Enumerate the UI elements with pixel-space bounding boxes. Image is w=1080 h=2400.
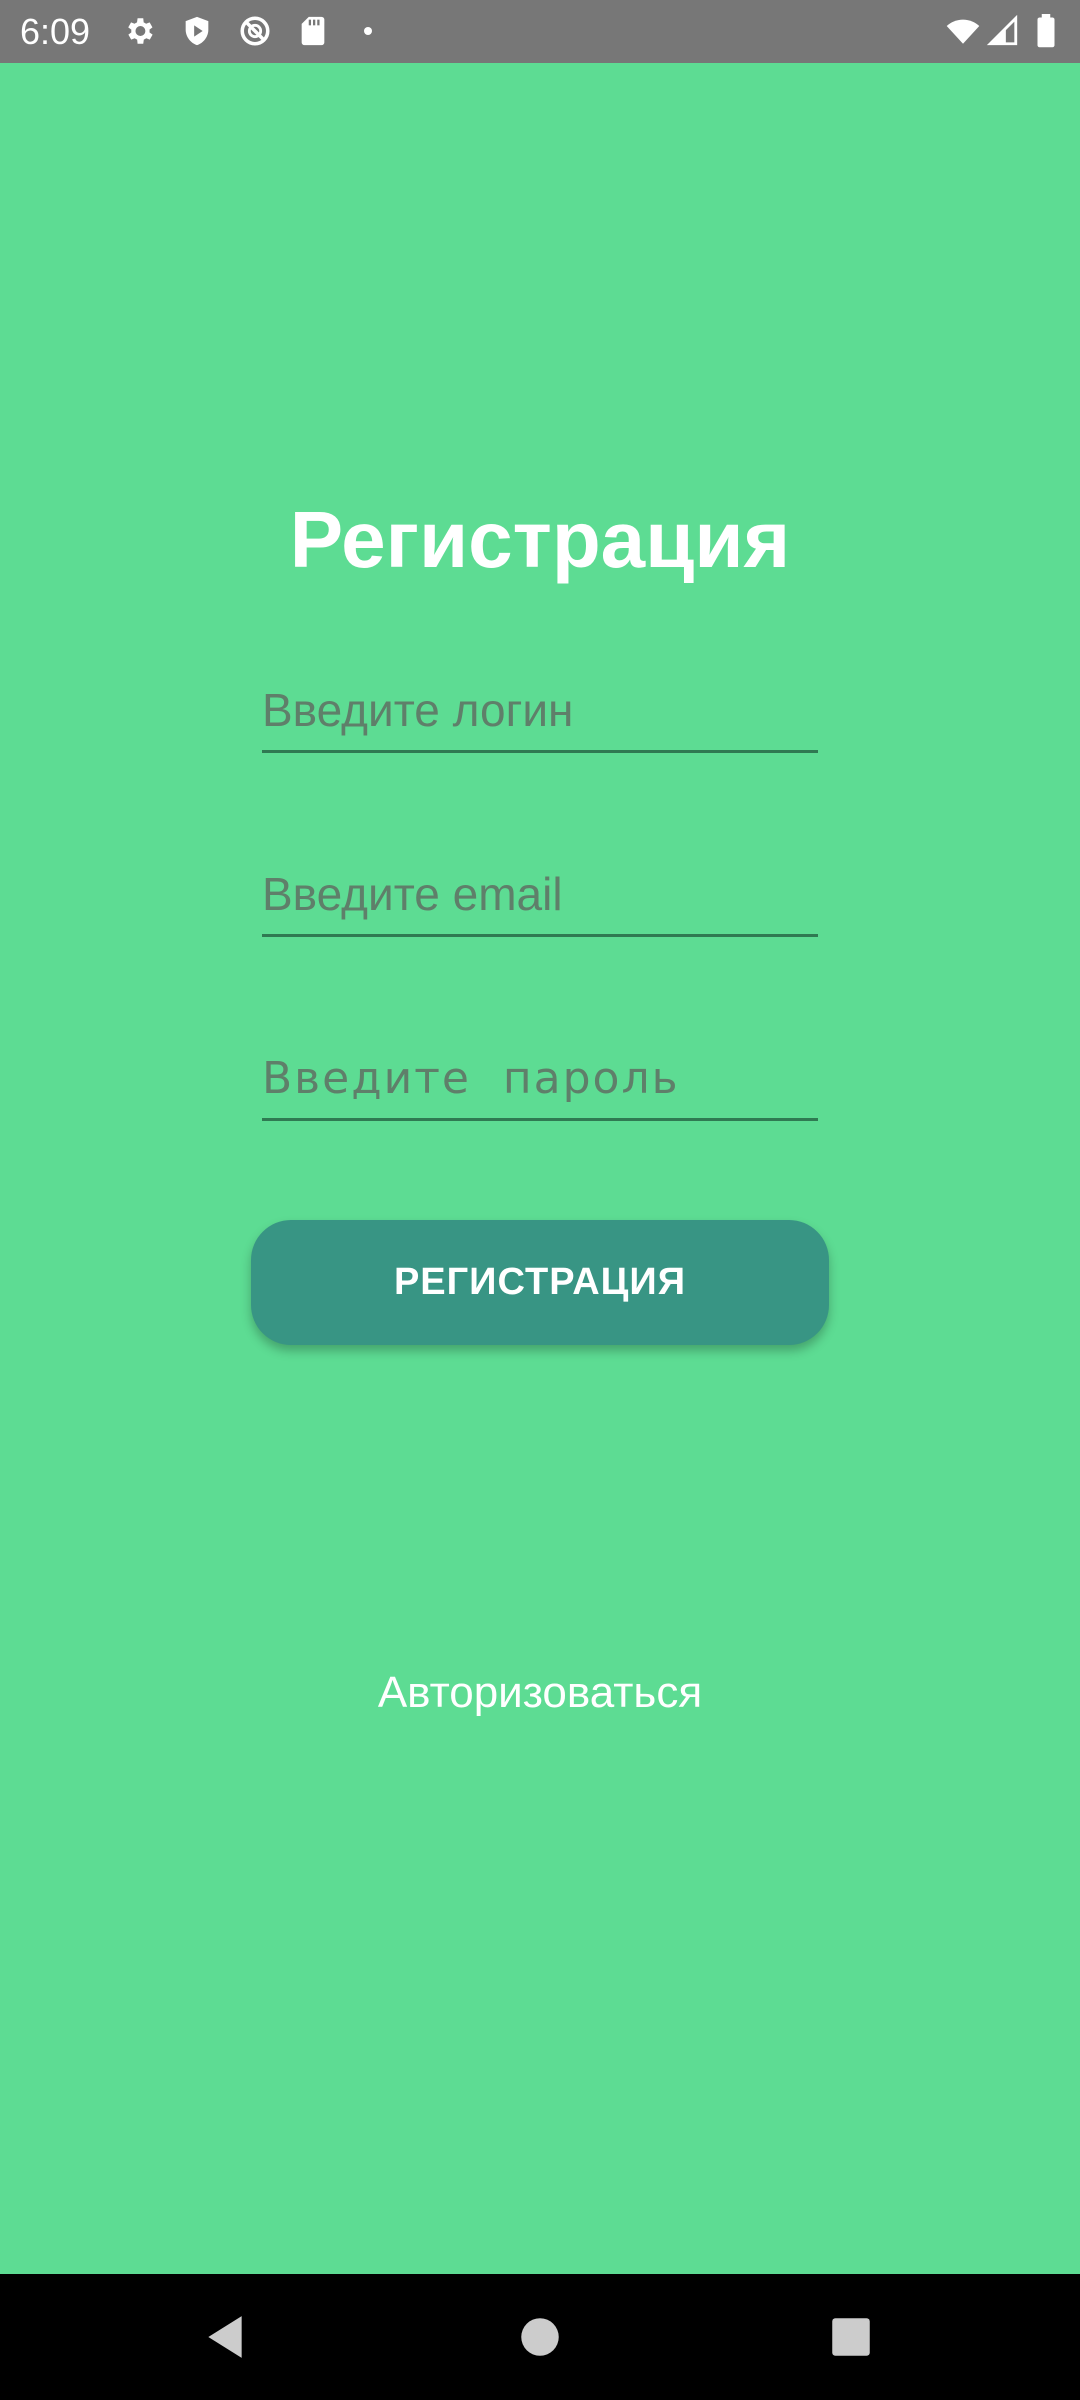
login-input[interactable] xyxy=(262,670,818,750)
recents-icon[interactable] xyxy=(826,2312,876,2362)
password-field[interactable] xyxy=(262,1038,818,1121)
do-not-disturb-icon xyxy=(238,14,272,48)
status-bar: 6:09 xyxy=(0,0,1080,63)
gear-icon xyxy=(122,14,156,48)
email-input[interactable] xyxy=(262,854,818,934)
dot-icon xyxy=(356,14,380,48)
home-icon[interactable] xyxy=(515,2312,565,2362)
status-time: 6:09 xyxy=(20,11,91,52)
register-button[interactable]: РЕГИСТРАЦИЯ xyxy=(251,1220,829,1345)
registration-screen: 6:09 Регистрация Введите логин Введите e… xyxy=(0,0,1080,2400)
play-protect-icon xyxy=(180,14,214,48)
battery-icon xyxy=(1034,14,1058,48)
password-input[interactable] xyxy=(262,1038,818,1118)
back-icon[interactable] xyxy=(200,2312,250,2362)
navigation-bar xyxy=(0,2274,1080,2400)
login-field[interactable] xyxy=(262,670,818,753)
page-title: Регистрация xyxy=(289,495,791,584)
login-link[interactable]: Авторизоваться xyxy=(0,1665,1080,1721)
email-field[interactable] xyxy=(262,854,818,937)
signal-icon xyxy=(986,14,1020,48)
wifi-icon xyxy=(944,14,982,48)
sd-card-icon xyxy=(296,14,330,48)
